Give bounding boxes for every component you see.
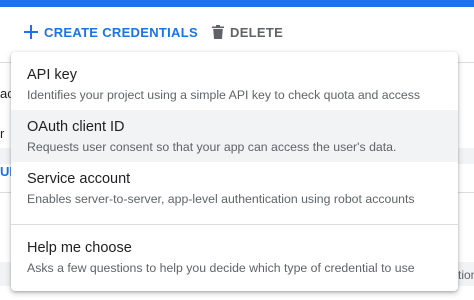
menu-item-title: Help me choose	[27, 240, 132, 256]
create-credentials-menu: API key Identifies your project using a …	[11, 52, 458, 291]
menu-item-title: API key	[27, 67, 77, 83]
menu-item-help-me-choose[interactable]: Help me choose Asks a few questions to h…	[11, 235, 458, 287]
menu-item-description: Enables server-to-server, app-level auth…	[27, 192, 415, 206]
menu-item-oauth-client-id[interactable]: OAuth client ID Requests user consent so…	[11, 110, 458, 162]
menu-item-service-account[interactable]: Service account Enables server-to-server…	[11, 162, 458, 214]
create-credentials-label: CREATE CREDENTIALS	[44, 24, 198, 40]
top-accent-bar	[0, 0, 474, 7]
toolbar: CREATE CREDENTIALS DELETE	[0, 7, 474, 57]
background-fragment-right: tion	[458, 268, 474, 282]
trash-icon	[212, 25, 224, 39]
menu-item-description: Identifies your project using a simple A…	[27, 88, 421, 102]
menu-item-title: Service account	[27, 171, 131, 187]
menu-item-description: Asks a few questions to help you decide …	[27, 261, 415, 275]
menu-item-title: OAuth client ID	[27, 119, 125, 135]
menu-item-description: Requests user consent so that your app c…	[27, 140, 397, 154]
background-fragment-2: r	[0, 126, 5, 141]
menu-item-api-key[interactable]: API key Identifies your project using a …	[11, 58, 458, 110]
plus-icon	[24, 25, 38, 39]
menu-divider	[11, 224, 458, 225]
delete-button[interactable]: DELETE	[212, 7, 283, 57]
create-credentials-button[interactable]: CREATE CREDENTIALS	[24, 7, 198, 57]
delete-label: DELETE	[230, 24, 284, 40]
